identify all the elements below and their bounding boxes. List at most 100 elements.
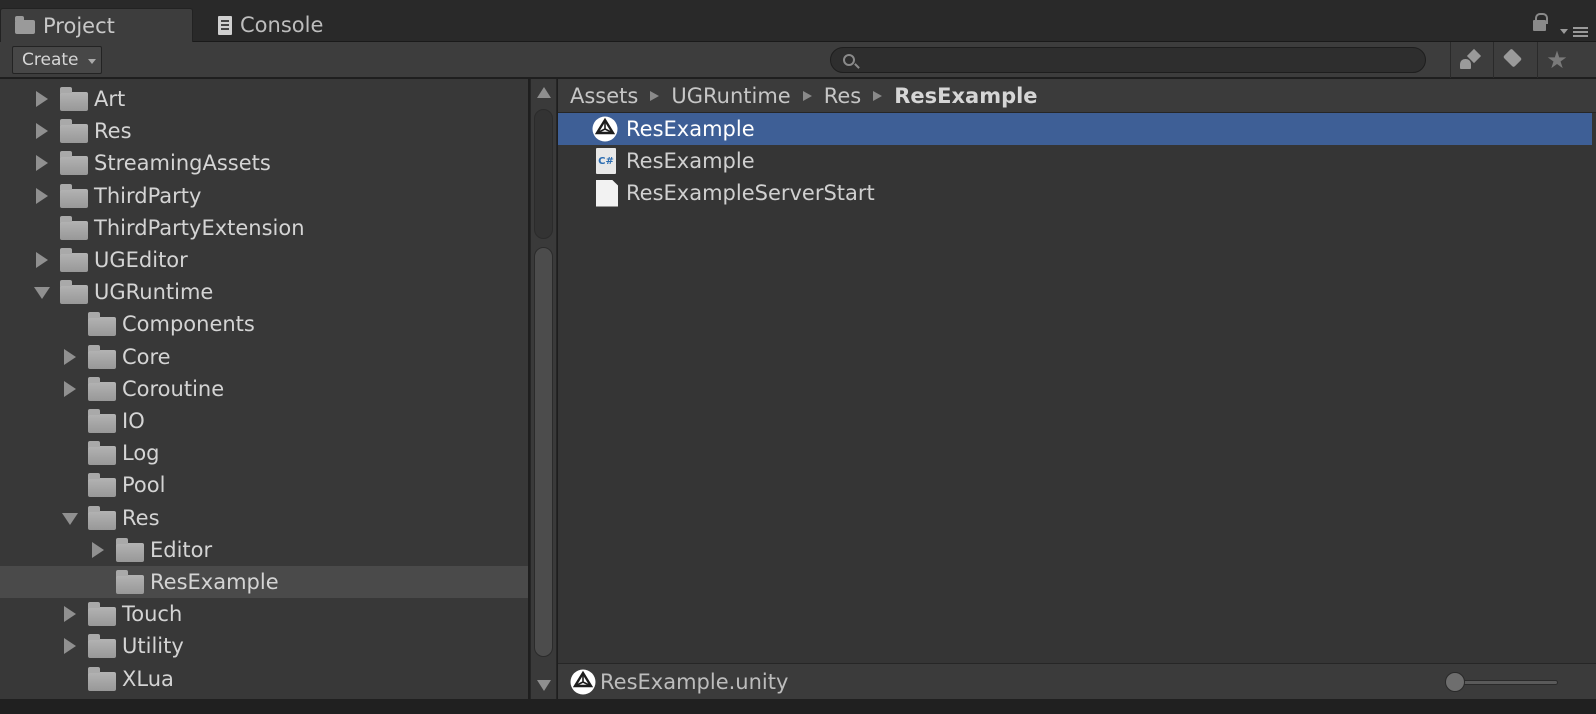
scroll-thumb[interactable]: [534, 247, 553, 657]
search-input[interactable]: [830, 47, 1426, 73]
asset-label: ResExample: [626, 149, 755, 173]
breadcrumb-item[interactable]: Assets: [570, 84, 638, 108]
collapsed-arrow-icon[interactable]: [34, 155, 48, 172]
asset-row-scene[interactable]: ResExample: [558, 113, 1592, 145]
tree-item[interactable]: Utility: [0, 630, 528, 662]
tree-item-label: ThirdParty: [94, 183, 202, 208]
favorites-star-icon[interactable]: ★: [1546, 48, 1568, 72]
tree-item[interactable]: Core: [0, 341, 528, 373]
create-button-label: Create: [22, 50, 79, 70]
window-tab-bar: Project Console: [0, 0, 1596, 42]
tree-item[interactable]: Res: [0, 115, 528, 147]
unity-scene-icon: [570, 669, 596, 695]
folder-tree: Art Res StreamingAssets ThirdParty ThirdPart…: [0, 79, 528, 699]
filter-by-type-icon[interactable]: [1459, 49, 1481, 71]
tree-item-label: Res: [122, 505, 160, 530]
tree-item[interactable]: XLua: [0, 663, 528, 695]
tree-item-label: Art: [94, 87, 126, 111]
collapsed-arrow-icon[interactable]: [62, 638, 76, 655]
expanded-arrow-icon[interactable]: [62, 510, 78, 526]
folder-icon: [15, 15, 35, 34]
unity-scene-icon: [592, 116, 618, 142]
collapsed-arrow-icon[interactable]: [62, 348, 76, 365]
collapsed-arrow-icon[interactable]: [34, 123, 48, 140]
tree-item[interactable]: UGEditor: [0, 244, 528, 276]
tree-item[interactable]: Pool: [0, 469, 528, 501]
tree-item[interactable]: Coroutine: [0, 373, 528, 405]
collapsed-arrow-icon[interactable]: [62, 606, 76, 623]
collapsed-arrow-icon[interactable]: [62, 380, 76, 397]
folder-icon: [88, 409, 116, 433]
collapsed-arrow-icon[interactable]: [90, 541, 104, 558]
asset-row-text[interactable]: ResExampleServerStart: [558, 177, 1592, 209]
tree-item-label: Utility: [122, 634, 184, 659]
folder-icon: [88, 441, 116, 466]
collapsed-arrow-icon[interactable]: [34, 187, 48, 204]
tree-item[interactable]: ResExample: [0, 566, 528, 598]
tree-item[interactable]: IO: [0, 405, 528, 437]
folder-icon: [88, 666, 116, 691]
create-button[interactable]: Create: [12, 46, 102, 74]
tab-project[interactable]: Project: [0, 8, 193, 42]
filter-by-label-icon[interactable]: [1503, 49, 1525, 71]
lock-icon[interactable]: [1533, 13, 1548, 31]
folder-icon: [88, 473, 116, 498]
asset-label: ResExample: [626, 117, 755, 141]
selected-asset-path: ResExample.unity: [600, 670, 789, 694]
tree-item[interactable]: ThirdPartyExtension: [0, 212, 528, 244]
folder-icon: [88, 344, 116, 369]
icon-size-slider-knob[interactable]: [1445, 672, 1465, 692]
csharp-script-icon: C#: [596, 148, 616, 174]
tree-item-label: UGRuntime: [94, 280, 214, 305]
breadcrumb: Assets UGRuntime Res ResExample: [558, 79, 1596, 113]
tab-project-label: Project: [43, 13, 115, 38]
folder-icon: [60, 280, 88, 305]
folder-icon: [88, 505, 116, 530]
tree-item-label: Coroutine: [122, 376, 225, 401]
expanded-arrow-icon[interactable]: [34, 284, 50, 300]
tree-item[interactable]: Touch: [0, 598, 528, 630]
folder-icon: [116, 570, 144, 594]
tree-item[interactable]: Log: [0, 437, 528, 469]
toolbar-divider: [1537, 42, 1538, 78]
folder-icon: [88, 634, 116, 659]
folder-tree-scrollbar[interactable]: [530, 79, 557, 699]
tree-item[interactable]: ThirdParty: [0, 180, 528, 212]
breadcrumb-separator-icon: [650, 90, 660, 101]
scroll-down-arrow-icon[interactable]: [537, 680, 551, 691]
asset-row-script[interactable]: C# ResExample: [558, 145, 1592, 177]
tree-item[interactable]: Art: [0, 83, 528, 115]
breadcrumb-item[interactable]: Res: [824, 84, 862, 108]
tree-item[interactable]: Res: [0, 502, 528, 534]
scroll-up-arrow-icon[interactable]: [537, 87, 551, 98]
tab-console[interactable]: Console: [218, 8, 323, 42]
tree-item-label: Pool: [122, 473, 166, 498]
tree-item-label: XLua: [122, 666, 174, 691]
tab-console-label: Console: [240, 13, 324, 37]
tree-item[interactable]: UGRuntime: [0, 276, 528, 308]
text-file-icon: [596, 179, 618, 207]
folder-icon: [60, 87, 88, 111]
breadcrumb-separator-icon: [873, 90, 883, 101]
collapsed-arrow-icon[interactable]: [34, 91, 48, 107]
window-bottom-edge: [0, 699, 1596, 714]
breadcrumb-item-current[interactable]: ResExample: [894, 84, 1037, 108]
folder-icon: [60, 151, 88, 176]
dropdown-caret-icon: [87, 58, 96, 68]
tree-item[interactable]: Components: [0, 308, 528, 340]
collapsed-arrow-icon[interactable]: [34, 252, 48, 268]
folder-icon: [88, 312, 116, 337]
scroll-track[interactable]: [534, 109, 553, 239]
asset-status-bar: ResExample.unity: [558, 663, 1596, 699]
folder-icon: [60, 183, 88, 208]
tree-item-label: Components: [122, 312, 255, 337]
folder-icon: [60, 215, 88, 240]
tree-item-label: Core: [122, 344, 171, 369]
panel-menu-icon[interactable]: [1560, 24, 1588, 38]
folder-icon: [88, 602, 116, 627]
tree-item[interactable]: StreamingAssets: [0, 147, 528, 179]
breadcrumb-item[interactable]: UGRuntime: [671, 84, 790, 108]
tree-item-label: Editor: [150, 537, 213, 562]
search-icon: [843, 54, 855, 66]
tree-item[interactable]: Editor: [0, 534, 528, 566]
